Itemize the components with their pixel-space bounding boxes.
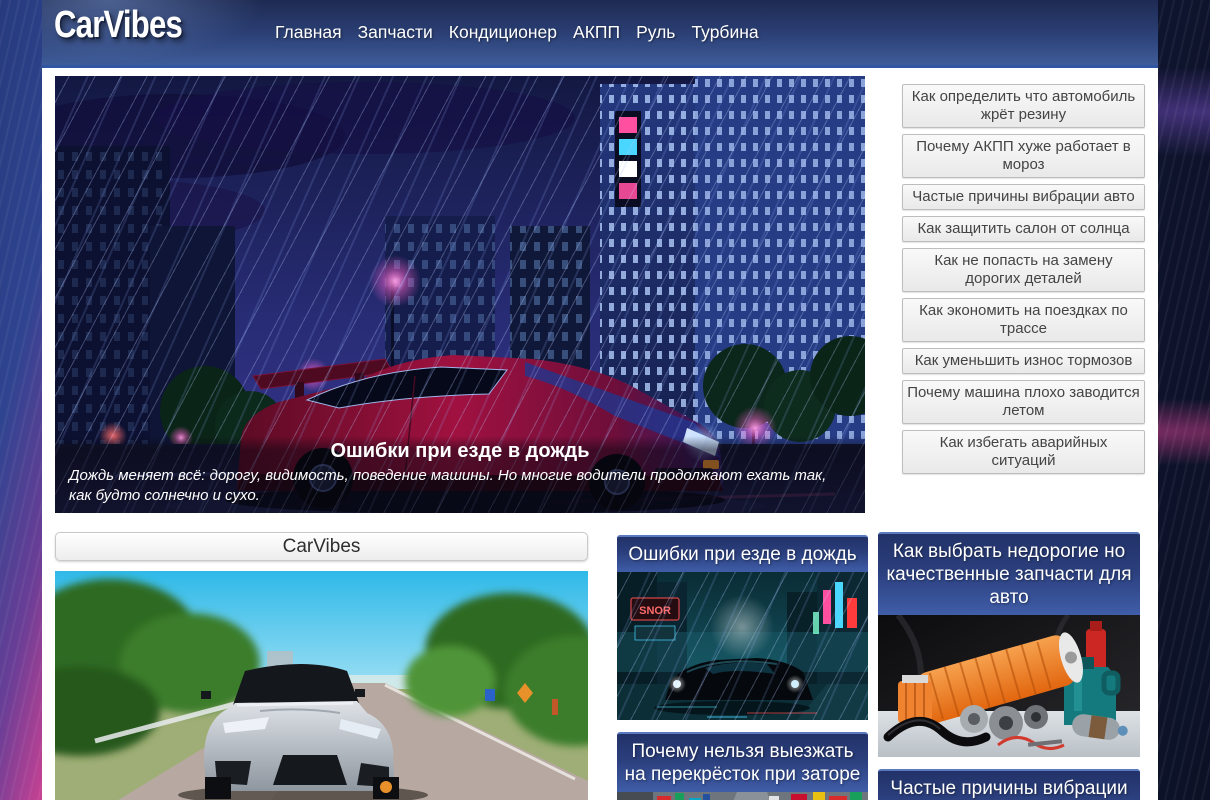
sidebar-link[interactable]: Почему машина плохо заводится летом bbox=[902, 380, 1145, 424]
sidebar-link[interactable]: Как экономить на поездках по трассе bbox=[902, 298, 1145, 342]
thumb-car-parts-image bbox=[878, 615, 1140, 757]
article-card[interactable]: Ошибки при езде в дождь SNOR bbox=[617, 535, 868, 720]
site-header: CarVibes Главная Запчасти Кондиционер АК… bbox=[42, 0, 1158, 68]
thumb-intersection-image bbox=[617, 792, 868, 800]
hero-title: Ошибки при езде в дождь bbox=[69, 440, 851, 463]
sidebar-link[interactable]: Как избегать аварийных ситуаций bbox=[902, 430, 1145, 474]
site-wrapper: CarVibes Главная Запчасти Кондиционер АК… bbox=[42, 0, 1158, 800]
sidebar-link[interactable]: Как уменьшить износ тормозов bbox=[902, 348, 1145, 374]
sidebar: Как определить что автомобиль жрёт резин… bbox=[902, 84, 1145, 480]
article-card[interactable]: Почему нельзя выезжать на перекрёсток пр… bbox=[617, 732, 868, 800]
right-column: Как выбрать недорогие но качественные за… bbox=[878, 532, 1140, 800]
hero-caption: Ошибки при езде в дождь Дождь меняет всё… bbox=[55, 436, 865, 513]
page-background: CarVibes Главная Запчасти Кондиционер АК… bbox=[0, 0, 1210, 800]
sidebar-link[interactable]: Как защитить салон от солнца bbox=[902, 216, 1145, 242]
site-logo[interactable]: CarVibes bbox=[54, 4, 182, 47]
nav-item-ac[interactable]: Кондиционер bbox=[449, 22, 557, 43]
highway-image bbox=[55, 571, 588, 800]
sidebar-link[interactable]: Почему АКПП хуже работает в мороз bbox=[902, 134, 1145, 178]
sidebar-link[interactable]: Как определить что автомобиль жрёт резин… bbox=[902, 84, 1145, 128]
sidebar-link[interactable]: Как не попасть на замену дорогих деталей bbox=[902, 248, 1145, 292]
middle-column: Ошибки при езде в дождь SNOR bbox=[617, 535, 868, 800]
hero-subtitle: Дождь меняет всё: дорогу, видимость, пов… bbox=[69, 466, 851, 505]
article-card-title: Частые причины вибрации авто bbox=[878, 769, 1140, 800]
below-left-column: CarVibes bbox=[55, 532, 588, 800]
nav-item-akpp[interactable]: АКПП bbox=[573, 22, 620, 43]
nav-item-turbo[interactable]: Турбина bbox=[691, 22, 758, 43]
main-nav: Главная Запчасти Кондиционер АКПП Руль Т… bbox=[275, 0, 759, 65]
neon-sign-text: SNOR bbox=[639, 605, 671, 617]
neon-sign bbox=[615, 111, 641, 207]
article-card-title: Ошибки при езде в дождь bbox=[617, 535, 868, 572]
article-card[interactable]: Как выбрать недорогие но качественные за… bbox=[878, 532, 1140, 757]
sidebar-link[interactable]: Частые причины вибрации авто bbox=[902, 184, 1145, 210]
nav-item-parts[interactable]: Запчасти bbox=[358, 22, 433, 43]
article-card-title: Как выбрать недорогие но качественные за… bbox=[878, 532, 1140, 615]
section-title[interactable]: CarVibes bbox=[55, 532, 588, 561]
nav-item-home[interactable]: Главная bbox=[275, 22, 342, 43]
nav-item-steering[interactable]: Руль bbox=[636, 22, 675, 43]
article-card-title: Почему нельзя выезжать на перекрёсток пр… bbox=[617, 732, 868, 792]
article-card[interactable]: Частые причины вибрации авто bbox=[878, 769, 1140, 800]
hero-article[interactable]: Ошибки при езде в дождь Дождь меняет всё… bbox=[55, 76, 865, 513]
thumb-rain-city-image: SNOR bbox=[617, 572, 868, 720]
highway-article[interactable] bbox=[55, 571, 588, 800]
